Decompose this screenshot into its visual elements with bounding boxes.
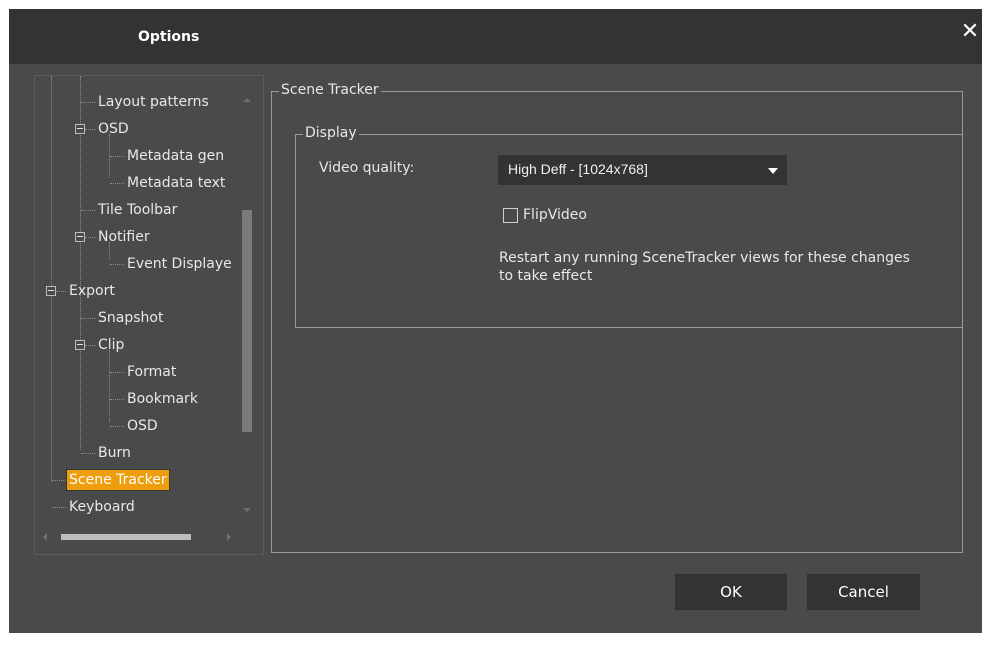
- tree-line: [85, 237, 95, 238]
- tree-line: [81, 453, 95, 454]
- tree-item-tile-toolbar[interactable]: Tile Toolbar: [98, 200, 177, 220]
- tree-item-osd[interactable]: OSD: [98, 119, 129, 139]
- tree-line: [81, 318, 95, 319]
- video-quality-label: Video quality:: [319, 160, 415, 176]
- vertical-scrollbar[interactable]: [240, 88, 254, 532]
- tree-item-format[interactable]: Format: [127, 362, 176, 382]
- tree-item-scene-tracker[interactable]: Scene Tracker: [66, 469, 170, 491]
- tree-line: [85, 345, 95, 346]
- close-icon[interactable]: ✕: [960, 21, 980, 45]
- tree-line: [81, 102, 95, 103]
- tree-line: [56, 291, 66, 292]
- collapse-icon[interactable]: [46, 286, 56, 296]
- scroll-right-icon[interactable]: [227, 533, 231, 541]
- tree-line: [52, 480, 66, 481]
- tree-line: [81, 210, 95, 211]
- dialog-title: Options: [138, 29, 200, 45]
- horizontal-scrollbar[interactable]: [41, 530, 241, 544]
- flip-video-checkbox[interactable]: [503, 208, 518, 223]
- tree-line: [110, 399, 124, 400]
- tree-item-snapshot[interactable]: Snapshot: [98, 308, 163, 328]
- restart-note: Restart any running SceneTracker views f…: [499, 250, 910, 284]
- vertical-scroll-thumb[interactable]: [242, 210, 252, 432]
- tree-item-bookmark[interactable]: Bookmark: [127, 389, 198, 409]
- cancel-button[interactable]: Cancel: [807, 574, 920, 610]
- ok-button[interactable]: OK: [675, 574, 787, 610]
- options-dialog: Options ✕ Layout patterns OSD Metadata g…: [9, 9, 982, 633]
- tree-line: [110, 372, 124, 373]
- flip-video-label[interactable]: FlipVideo: [523, 207, 587, 223]
- tree-item-notifier[interactable]: Notifier: [98, 227, 150, 247]
- tree-line: [110, 183, 124, 184]
- tree-line: [52, 507, 66, 508]
- tree-line: [110, 264, 124, 265]
- tree-item-clip[interactable]: Clip: [98, 335, 124, 355]
- display-group-label: Display: [303, 125, 359, 141]
- title-bar: Options ✕: [9, 9, 982, 64]
- scroll-up-icon[interactable]: [243, 98, 251, 102]
- tree-line: [85, 129, 95, 130]
- tree-item-clip-osd[interactable]: OSD: [127, 416, 158, 436]
- tree-item-metadata-gen[interactable]: Metadata gen: [127, 146, 224, 166]
- tree-item-layout-patterns[interactable]: Layout patterns: [98, 92, 209, 112]
- video-quality-dropdown[interactable]: High Deff - [1024x768]: [498, 155, 787, 185]
- tree-item-burn[interactable]: Burn: [98, 443, 131, 463]
- collapse-icon[interactable]: [75, 232, 85, 242]
- tree-item-export[interactable]: Export: [69, 281, 115, 301]
- horizontal-scroll-thumb[interactable]: [61, 534, 191, 540]
- tree-line: [51, 76, 52, 482]
- scroll-down-icon[interactable]: [243, 508, 251, 512]
- video-quality-value: High Deff - [1024x768]: [508, 161, 648, 177]
- options-tree[interactable]: Layout patterns OSD Metadata gen Metadat…: [34, 75, 264, 555]
- collapse-icon[interactable]: [75, 124, 85, 134]
- collapse-icon[interactable]: [75, 340, 85, 350]
- chevron-down-icon[interactable]: [759, 155, 787, 185]
- tree-item-metadata-text[interactable]: Metadata text: [127, 173, 225, 193]
- tree-line: [109, 350, 110, 422]
- tree-line: [110, 426, 124, 427]
- tree-line: [110, 156, 124, 157]
- tree-item-keyboard[interactable]: Keyboard: [69, 497, 135, 517]
- scroll-left-icon[interactable]: [43, 533, 47, 541]
- scene-tracker-group-label: Scene Tracker: [279, 82, 381, 98]
- tree-item-event-display[interactable]: Event Displaye: [127, 254, 232, 274]
